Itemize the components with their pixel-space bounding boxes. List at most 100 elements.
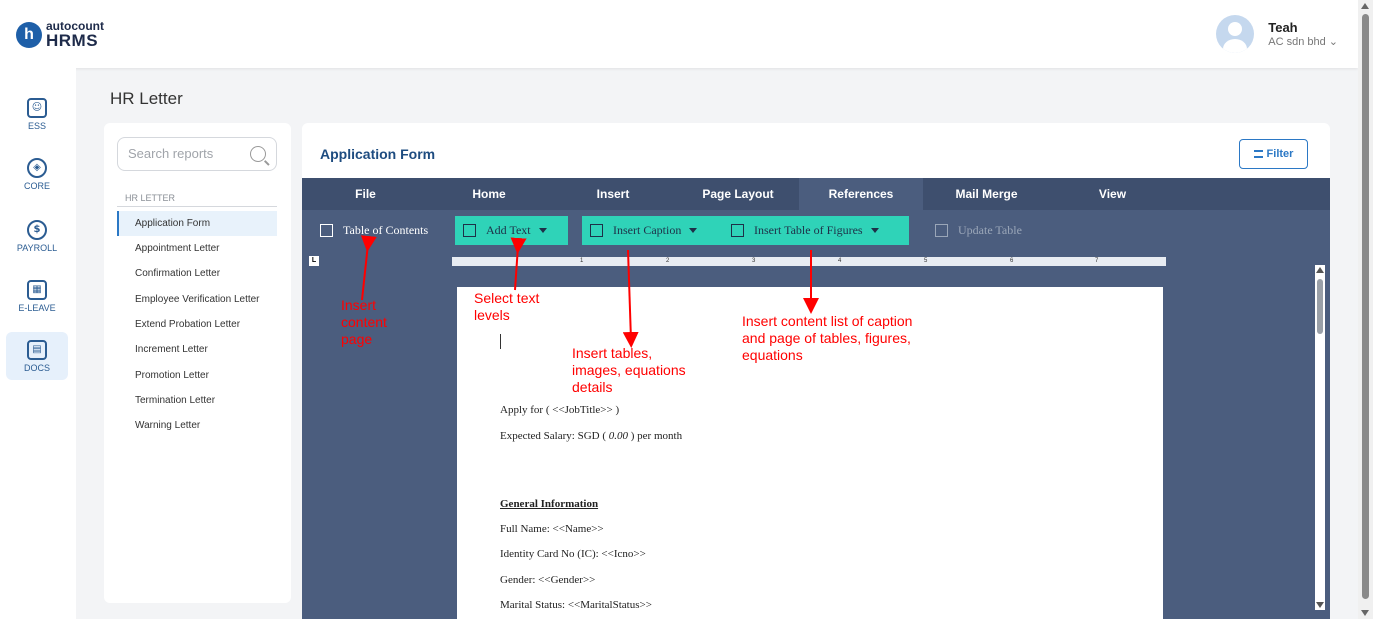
avatar[interactable]	[1216, 15, 1255, 53]
section-divider	[117, 206, 277, 207]
annotation-line: images, equations	[572, 362, 686, 378]
core-icon: ◈	[27, 157, 47, 178]
user-name: Teah	[1268, 20, 1298, 35]
window-scrollbar[interactable]	[1358, 0, 1373, 619]
tab-view[interactable]: View	[1050, 178, 1175, 210]
logo-bottom-text: HRMS	[46, 31, 99, 50]
filter-icon	[1253, 150, 1263, 158]
filter-button[interactable]: Filter	[1239, 139, 1308, 169]
report-item-warning-letter[interactable]: Warning Letter	[117, 413, 277, 438]
search-placeholder: Search reports	[128, 146, 214, 161]
rail-label: ESS	[27, 120, 46, 131]
chevron-down-icon	[538, 228, 547, 233]
caption-icon	[590, 224, 603, 237]
tab-insert[interactable]: Insert	[549, 178, 677, 210]
annotation-line: equations	[742, 347, 803, 363]
user-company[interactable]: AC sdn bhd ⌄	[1268, 35, 1338, 48]
annotation-line: Insert tables,	[572, 345, 653, 361]
toc-label: Table of Contents	[343, 223, 429, 237]
scroll-down-icon[interactable]	[1361, 610, 1369, 616]
report-item-termination-letter[interactable]: Termination Letter	[117, 388, 277, 413]
report-item-employee-verification-letter[interactable]: Employee Verification Letter	[117, 287, 277, 312]
scroll-up-icon[interactable]	[1316, 267, 1324, 273]
insert-caption-button[interactable]: Insert Caption	[582, 216, 723, 245]
ruler-mark: 5	[924, 258, 928, 264]
document-editor[interactable]: L 1 2 3 4 5 6 7 Apply for ( <<JobTitle>>…	[302, 250, 1330, 619]
add-text-button[interactable]: Add Text	[455, 216, 568, 245]
table-of-contents-button[interactable]: Table of Contents	[312, 216, 454, 245]
insert-table-of-figures-button[interactable]: Insert Table of Figures	[723, 216, 909, 245]
scroll-thumb[interactable]	[1362, 14, 1369, 599]
user-menu[interactable]: Teah AC sdn bhd ⌄	[1216, 15, 1338, 53]
logo-mark: h	[16, 21, 42, 48]
annotation-add-text: Select text levels	[474, 290, 539, 324]
eleave-icon: ▦	[27, 279, 47, 300]
scroll-down-icon[interactable]	[1316, 602, 1324, 608]
report-item-appointment-letter[interactable]: Appointment Letter	[117, 236, 277, 261]
annotation-line: and page of tables, figures,	[742, 330, 911, 346]
rail-item-docs[interactable]: ▤ DOCS	[6, 332, 68, 380]
rail-item-eleave[interactable]: ▦ E-LEAVE	[6, 272, 68, 320]
ruler-mark: 4	[838, 258, 842, 264]
tab-page-layout[interactable]: Page Layout	[677, 178, 799, 210]
filter-label: Filter	[1266, 148, 1294, 160]
ess-icon: ☺	[27, 97, 47, 118]
rail-item-ess[interactable]: ☺ ESS	[6, 90, 68, 138]
annotation-line: content	[341, 314, 387, 330]
module-rail: ☺ ESS ◈ CORE $ PAYROLL ▦ E-LEAVE ▤ DOCS	[0, 68, 76, 619]
top-bar: h autocount HRMS Teah AC sdn bhd ⌄	[0, 0, 1358, 68]
toc-icon	[320, 224, 333, 237]
doc-heading-general-information: General Information	[500, 498, 599, 510]
insert-tof-label: Insert Table of Figures	[754, 223, 863, 237]
search-icon[interactable]	[250, 146, 266, 162]
doc-line-marital: Marital Status: <<MaritalStatus>>	[500, 599, 652, 611]
doc-line-apply: Apply for ( <<JobTitle>> )	[500, 404, 620, 416]
annotation-line: Select text	[474, 290, 540, 306]
payroll-icon: $	[27, 219, 47, 240]
report-item-extend-probation-letter[interactable]: Extend Probation Letter	[117, 312, 277, 337]
app-logo[interactable]: h autocount HRMS	[16, 20, 104, 49]
insert-caption-label: Insert Caption	[613, 223, 682, 237]
chevron-down-icon: ⌄	[1328, 36, 1338, 48]
report-item-promotion-letter[interactable]: Promotion Letter	[117, 363, 277, 388]
tab-mail-merge[interactable]: Mail Merge	[923, 178, 1050, 210]
rail-label: DOCS	[23, 362, 50, 373]
table-of-figures-icon	[731, 224, 744, 237]
scroll-thumb[interactable]	[1317, 279, 1323, 334]
editor-scrollbar[interactable]	[1315, 265, 1325, 610]
document-title: Application Form	[320, 146, 436, 162]
tab-home[interactable]: Home	[429, 178, 549, 210]
report-item-confirmation-letter[interactable]: Confirmation Letter	[117, 261, 277, 286]
horizontal-ruler[interactable]: 1 2 3 4 5 6 7	[452, 257, 1166, 266]
tab-file[interactable]: File	[302, 178, 429, 210]
scroll-up-icon[interactable]	[1361, 3, 1369, 9]
salary-value: 0.00	[608, 430, 628, 442]
rail-label: PAYROLL	[16, 242, 58, 253]
page-title: HR Letter	[110, 89, 183, 108]
doc-line-ic: Identity Card No (IC): <<Icno>>	[500, 548, 646, 560]
company-name: AC sdn bhd	[1268, 36, 1326, 48]
annotation-line: Insert content list of caption	[742, 313, 913, 329]
section-label: HR LETTER	[125, 193, 176, 203]
doc-line-gender: Gender: <<Gender>>	[500, 574, 596, 586]
update-table-icon	[935, 224, 948, 237]
ruler-mark: 1	[580, 258, 584, 264]
annotation-line: Insert	[341, 297, 377, 313]
ruler-corner[interactable]: L	[309, 256, 319, 266]
salary-prefix: Expected Salary: SGD (	[500, 430, 609, 442]
add-text-icon	[463, 224, 476, 237]
add-text-label: Add Text	[486, 223, 531, 237]
document-card: Application Form Filter File Home Insert…	[302, 123, 1330, 619]
rail-item-core[interactable]: ◈ CORE	[6, 150, 68, 198]
report-item-application-form[interactable]: Application Form	[117, 211, 277, 236]
chevron-down-icon	[870, 228, 879, 233]
update-table-button[interactable]: Update Table	[927, 216, 1037, 245]
search-input[interactable]: Search reports	[117, 137, 277, 171]
annotation-line: page	[341, 331, 373, 347]
report-item-increment-letter[interactable]: Increment Letter	[117, 337, 277, 362]
tab-references[interactable]: References	[799, 178, 923, 210]
annotation-toc: Insert content page	[341, 297, 387, 348]
ribbon-tabs: File Home Insert Page Layout References …	[302, 178, 1330, 210]
annotation-caption: Insert tables, images, equations details	[572, 345, 686, 396]
rail-item-payroll[interactable]: $ PAYROLL	[6, 212, 68, 260]
